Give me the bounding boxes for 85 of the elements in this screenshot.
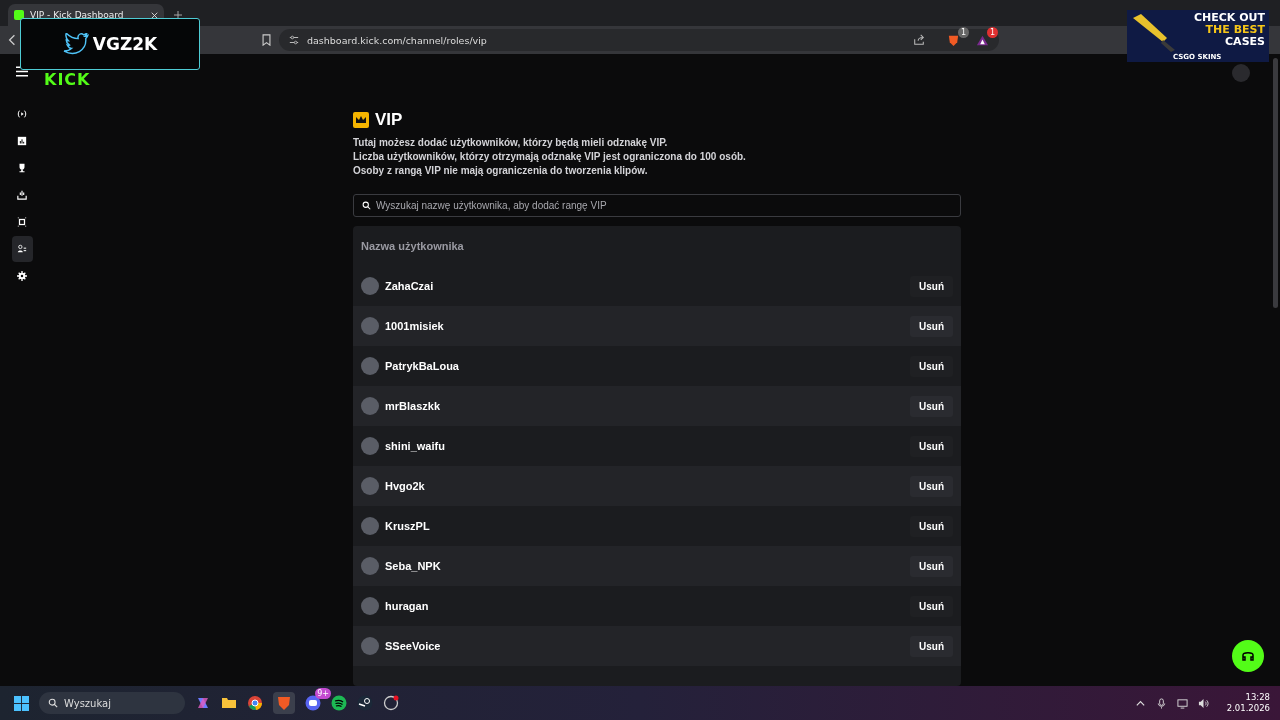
username: mrBlaszkk — [385, 400, 442, 412]
lion-shield-icon[interactable] — [947, 33, 960, 47]
close-icon[interactable] — [151, 11, 158, 19]
clock-time[interactable]: 13:28 — [1245, 692, 1270, 703]
folder-icon[interactable] — [221, 695, 237, 711]
kick-logo[interactable]: KICK — [44, 72, 91, 88]
clock-date[interactable]: 2.01.2026 — [1226, 703, 1270, 714]
bookmark-icon[interactable] — [262, 34, 271, 46]
username: Hvgo2k — [385, 480, 426, 492]
notification-badge: 9+ — [315, 688, 331, 699]
chat-app-icon[interactable] — [305, 695, 321, 711]
description-text: Osoby z rangą VIP nie mają ograniczenia do tworzenia klipów. — [353, 164, 649, 178]
tab-title: VIP - Kick Dashboard — [30, 10, 125, 20]
settings-icon — [17, 271, 27, 281]
chrome-icon[interactable] — [247, 695, 263, 711]
trophy-icon — [17, 163, 27, 173]
url-text: dashboard.kick.com/channel/roles/vip — [307, 34, 487, 46]
remove-button[interactable]: Usuń — [910, 355, 953, 377]
username: huragan — [385, 600, 430, 612]
bird-icon — [62, 33, 89, 55]
page-title: VIP — [375, 110, 403, 130]
remove-button[interactable]: Usuń — [910, 275, 953, 297]
notification-badge: 1 — [986, 26, 998, 38]
crown-icon — [353, 112, 369, 128]
remove-button[interactable]: Usuń — [910, 555, 953, 577]
avatar-placeholder — [1232, 64, 1250, 82]
monitor-icon[interactable] — [1176, 697, 1188, 709]
search-icon — [362, 201, 371, 210]
username: SSeeVoice — [385, 640, 442, 652]
username: shini_waifu — [385, 440, 446, 452]
username: ZahaCzai — [385, 280, 435, 292]
triangle-icon[interactable] — [976, 33, 989, 47]
avatar-placeholder — [361, 557, 379, 575]
new-tab-icon[interactable] — [174, 11, 182, 19]
avatar-placeholder — [361, 637, 379, 655]
lion-shield-icon[interactable] — [276, 695, 292, 711]
sidebar-item[interactable] — [11, 236, 33, 262]
username: KruszPL — [385, 520, 431, 532]
avatar-placeholder — [361, 597, 379, 615]
broadcast-icon — [17, 109, 27, 119]
avatar-placeholder — [361, 437, 379, 455]
remove-button[interactable]: Usuń — [910, 435, 953, 457]
avatar-placeholder — [361, 317, 379, 335]
users-icon — [17, 244, 27, 254]
remove-button[interactable]: Usuń — [910, 595, 953, 617]
address-bar[interactable]: dashboard.kick.com/channel/roles/vip 1 1 — [279, 29, 999, 51]
remove-button[interactable]: Usuń — [910, 315, 953, 337]
notification-badge: 1 — [957, 26, 969, 38]
remove-button[interactable]: Usuń — [910, 395, 953, 417]
username: 1001misiek — [385, 320, 445, 332]
overlay-handle: VGZ2K — [92, 34, 158, 54]
description-text: Liczba użytkowników, którzy otrzymają odznakę VIP jest ograniczona do 100 osób. — [353, 150, 747, 164]
colorful-app-icon[interactable] — [195, 695, 211, 711]
column-header: Nazwa użytkownika — [361, 240, 464, 252]
remove-button[interactable]: Usuń — [910, 515, 953, 537]
windows-start-icon[interactable] — [14, 695, 29, 711]
back-icon[interactable] — [8, 34, 16, 46]
remove-button[interactable]: Usuń — [910, 475, 953, 497]
frame-icon — [17, 217, 27, 227]
upload-icon — [17, 190, 27, 200]
remove-button[interactable]: Usuń — [910, 635, 953, 657]
share-icon[interactable] — [913, 34, 925, 46]
site-settings-icon[interactable] — [289, 35, 299, 45]
avatar-placeholder — [361, 277, 379, 295]
search-field[interactable]: Wyszukaj nazwę użytkownika, aby dodać rangę VIP — [353, 194, 961, 217]
username: PatrykBaLoua — [385, 360, 460, 372]
avatar-placeholder — [361, 397, 379, 415]
description-text: Tutaj możesz dodać użytkowników, którzy będą mieli odznakę VIP. — [353, 136, 669, 150]
advert-text: THE BEST — [1205, 24, 1265, 36]
avatar-placeholder — [361, 517, 379, 535]
avatar-placeholder — [361, 477, 379, 495]
speaker-icon[interactable] — [1197, 697, 1209, 709]
username: Seba_NPK — [385, 560, 442, 572]
taskbar-search-field[interactable]: Wyszukaj — [39, 692, 185, 714]
scrollbar[interactable] — [1273, 58, 1278, 308]
microphone-icon[interactable] — [1155, 697, 1167, 709]
search-icon — [48, 698, 58, 708]
chart-icon — [17, 136, 27, 146]
support-button[interactable] — [1232, 640, 1264, 672]
music-app-icon[interactable] — [331, 695, 347, 711]
advert-text: CHECK OUT — [1194, 12, 1265, 24]
avatar-placeholder — [361, 357, 379, 375]
advert-text: CASES — [1225, 36, 1265, 48]
app-icon[interactable] — [383, 695, 399, 711]
kick-favicon-icon — [14, 10, 24, 20]
